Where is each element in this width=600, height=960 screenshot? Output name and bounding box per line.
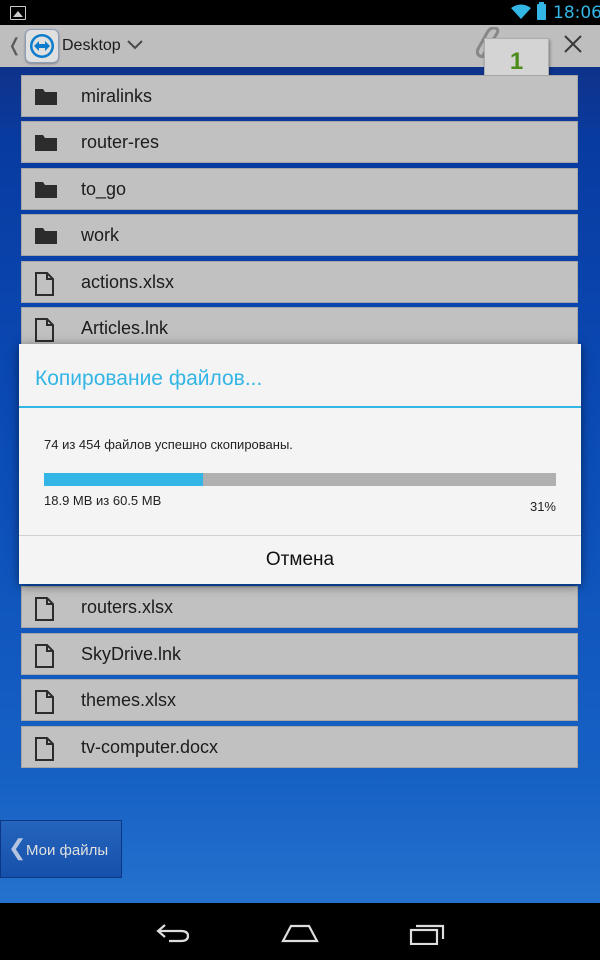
progress-message: 74 из 454 файлов успешно скопированы. xyxy=(44,437,293,452)
back-icon[interactable] xyxy=(155,923,191,943)
navigation-bar xyxy=(0,903,600,960)
cancel-button[interactable]: Отмена xyxy=(19,536,581,584)
status-bar: 18:06 xyxy=(0,0,600,25)
recent-apps-icon[interactable] xyxy=(409,923,445,945)
progress-fill xyxy=(44,473,203,486)
home-icon[interactable] xyxy=(281,923,319,943)
progress-bar xyxy=(44,473,556,486)
copy-progress-dialog: Копирование файлов... 74 из 454 файлов у… xyxy=(19,344,581,584)
percent-label: 31% xyxy=(529,499,556,514)
dialog-title: Копирование файлов... xyxy=(35,367,263,390)
image-notification-icon xyxy=(10,6,26,20)
size-progress: 18.9 MB из 60.5 MB xyxy=(44,493,162,508)
clock: 18:06 xyxy=(553,3,600,23)
battery-icon xyxy=(537,2,546,20)
title-divider xyxy=(19,406,581,408)
wifi-icon xyxy=(511,4,531,19)
